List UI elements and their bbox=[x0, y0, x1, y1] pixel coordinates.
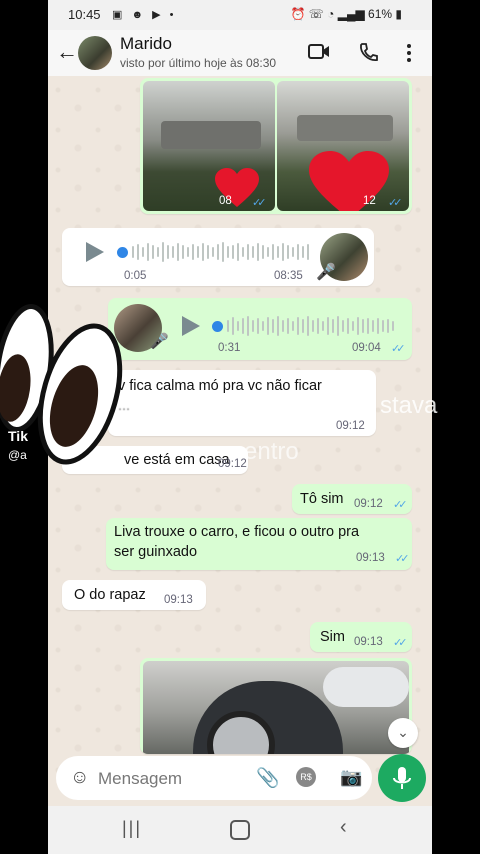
tiktok-logo: Tik bbox=[8, 428, 28, 444]
recent-apps-icon[interactable]: ||| bbox=[122, 818, 142, 839]
message-time: 09:12 bbox=[354, 498, 383, 510]
system-icons: ⏰ ☏ ◔ ▂▄▆ 61% ▮ bbox=[290, 7, 402, 21]
message-time: 09:13 bbox=[354, 636, 383, 648]
payment-icon[interactable]: R$ bbox=[296, 767, 316, 787]
incoming-text-message[interactable]: O do rapaz 09:13 bbox=[62, 580, 206, 610]
message-time: 08:35 bbox=[274, 270, 303, 282]
message-text: v fica calma mó pra vc não ficar bbox=[118, 378, 322, 394]
status-time: 10:45 bbox=[68, 7, 101, 22]
photo-album-message[interactable]: 08 ✓✓ 12 ✓✓ bbox=[140, 78, 412, 214]
audio-progress-dot[interactable] bbox=[212, 321, 223, 332]
notification-icons: ▣ ☻ ▶ • bbox=[112, 9, 177, 21]
incoming-text-message[interactable]: v fica calma mó pra vc não ficar ... 09:… bbox=[108, 370, 376, 436]
read-ticks-icon: ✓✓ bbox=[388, 197, 403, 209]
heart-sticker-2 bbox=[307, 149, 391, 211]
microphone-icon: 🎤 bbox=[316, 264, 336, 281]
message-time: 09:13 bbox=[356, 552, 385, 564]
audio-duration: 0:31 bbox=[218, 342, 241, 354]
microphone-icon bbox=[393, 767, 411, 789]
read-ticks-icon: ✓✓ bbox=[395, 553, 410, 565]
home-icon[interactable] bbox=[230, 820, 250, 840]
microphone-icon: 🎤 bbox=[150, 333, 169, 350]
message-text: ve está em casa bbox=[124, 452, 230, 468]
tiktok-username: @a bbox=[8, 448, 27, 462]
chat-header: ← Marido visto por último hoje às 08:30 bbox=[48, 30, 432, 76]
play-icon[interactable] bbox=[182, 316, 200, 336]
photo-message[interactable] bbox=[140, 658, 412, 754]
overlay-caption-2: entro bbox=[244, 438, 299, 465]
message-composer[interactable]: ☺ Mensagem 📎 R$ 📷 bbox=[56, 756, 372, 800]
outgoing-text-message[interactable]: Sim 09:13 ✓✓ bbox=[310, 622, 412, 652]
read-ticks-icon: ✓✓ bbox=[393, 499, 408, 511]
system-nav-bar: ||| ‹ bbox=[48, 806, 432, 854]
message-time: 09:13 bbox=[164, 594, 193, 606]
contact-avatar[interactable] bbox=[78, 36, 112, 70]
back-arrow-icon[interactable]: ← bbox=[56, 39, 78, 65]
photo-time-2: 12 bbox=[363, 195, 376, 207]
message-text: Tô sim bbox=[300, 491, 344, 507]
overlay-caption-1: stava bbox=[380, 392, 438, 419]
attach-icon[interactable]: 📎 bbox=[256, 766, 280, 790]
audio-progress-dot[interactable] bbox=[117, 247, 128, 258]
voice-call-icon[interactable] bbox=[358, 42, 378, 62]
camera-icon[interactable]: 📷 bbox=[340, 767, 362, 788]
message-time: 09:04 bbox=[352, 342, 381, 354]
battery-percent: 61% bbox=[368, 7, 393, 21]
emoji-icon[interactable]: ☺ bbox=[70, 767, 89, 789]
message-text: Liva trouxe o carro, e ficou o outro pra bbox=[114, 524, 360, 540]
more-options-icon[interactable] bbox=[406, 43, 412, 63]
last-seen-status: visto por último hoje às 08:30 bbox=[120, 56, 277, 70]
status-bar: 10:45 ▣ ☻ ▶ • ⏰ ☏ ◔ ▂▄▆ 61% ▮ bbox=[48, 0, 432, 30]
message-time: 09:12 bbox=[336, 420, 365, 432]
car-photo-1[interactable]: 08 ✓✓ bbox=[143, 81, 275, 211]
message-text-line-2: ser guinxado bbox=[114, 544, 198, 560]
read-ticks-icon: ✓✓ bbox=[252, 197, 267, 209]
message-time: 09:12 bbox=[218, 458, 247, 470]
play-icon[interactable] bbox=[86, 242, 104, 262]
incoming-audio-message[interactable]: 0:05 08:35 🎤 bbox=[62, 228, 374, 286]
message-text: O do rapaz bbox=[74, 587, 146, 603]
scroll-down-icon[interactable]: ⌄ bbox=[388, 718, 418, 748]
video-call-icon[interactable] bbox=[308, 43, 330, 61]
voice-record-button[interactable] bbox=[378, 754, 426, 802]
message-text: Sim bbox=[320, 629, 345, 645]
photo-time-1: 08 bbox=[219, 195, 232, 207]
car-wheel-photo[interactable] bbox=[143, 661, 409, 754]
contact-name[interactable]: Marido bbox=[120, 34, 172, 54]
outgoing-audio-message[interactable]: 🎤 0:31 09:04 ✓✓ bbox=[108, 298, 412, 360]
back-nav-icon[interactable]: ‹ bbox=[340, 816, 347, 839]
read-ticks-icon: ✓✓ bbox=[391, 343, 406, 355]
audio-duration: 0:05 bbox=[124, 270, 147, 282]
read-ticks-icon: ✓✓ bbox=[393, 637, 408, 649]
message-input[interactable]: Mensagem bbox=[98, 769, 182, 789]
outgoing-text-message[interactable]: Tô sim 09:12 ✓✓ bbox=[292, 484, 412, 514]
car-photo-2[interactable]: 12 ✓✓ bbox=[277, 81, 409, 211]
outgoing-text-message[interactable]: Liva trouxe o carro, e ficou o outro pra… bbox=[106, 518, 412, 570]
